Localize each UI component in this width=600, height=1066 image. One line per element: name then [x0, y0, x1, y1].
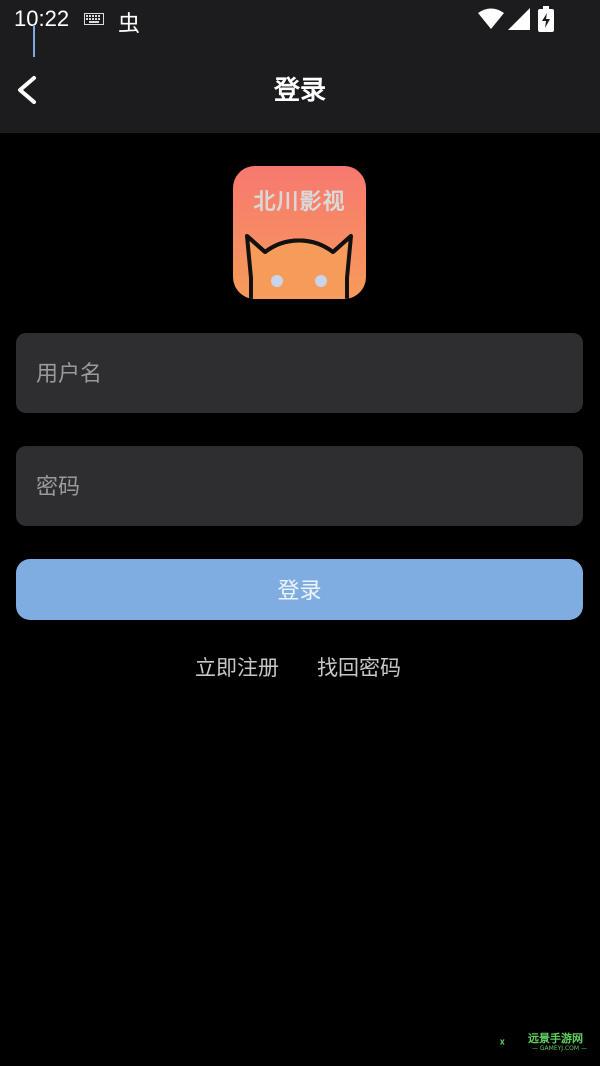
keyboard-icon	[84, 13, 104, 25]
login-button[interactable]: 登录	[16, 559, 583, 620]
watermark-subtext: — GAMEYJ.COM —	[532, 1045, 587, 1052]
password-field-container	[16, 446, 583, 528]
battery-charging-icon	[538, 6, 554, 32]
username-input[interactable]	[34, 333, 568, 415]
register-link[interactable]: 立即注册	[195, 652, 279, 682]
bug-icon: 虫	[118, 12, 141, 37]
status-bar: 10:22 虫	[0, 0, 600, 44]
watermark-text: 远景手游网	[528, 1032, 583, 1045]
text-caret	[33, 25, 35, 57]
username-field-container	[16, 333, 583, 415]
auth-links: 立即注册 找回密码	[0, 652, 600, 682]
page-title: 登录	[273, 76, 326, 106]
logo-text: 北川影视	[253, 190, 346, 215]
forgot-password-link[interactable]: 找回密码	[317, 652, 401, 682]
wifi-icon	[478, 8, 504, 29]
watermark-logo-icon	[500, 1039, 505, 1045]
app-bar: 登录	[0, 44, 600, 133]
signal-icon	[508, 8, 530, 30]
password-input[interactable]	[34, 446, 568, 528]
app-logo: 北川影视	[233, 166, 366, 299]
status-time: 10:22	[14, 6, 70, 31]
